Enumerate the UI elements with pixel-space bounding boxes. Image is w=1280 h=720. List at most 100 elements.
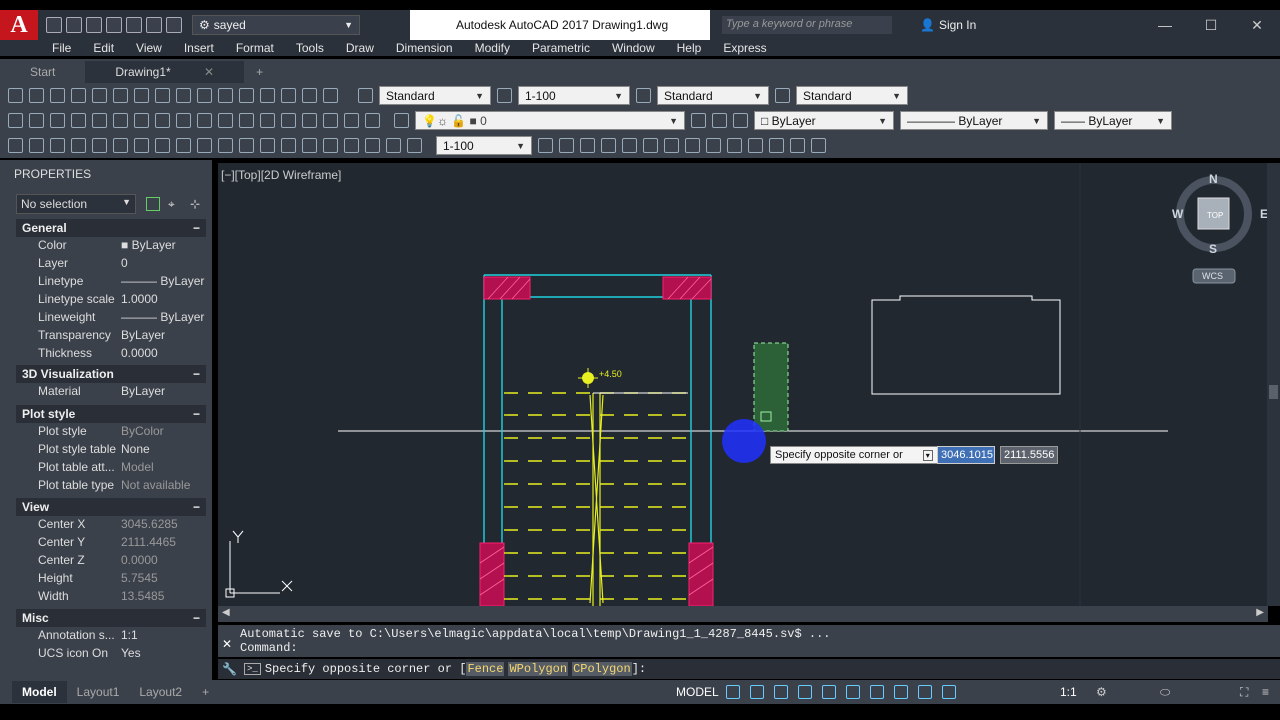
fillet-icon[interactable]: [302, 88, 317, 103]
option-wpolygon[interactable]: WPolygon: [508, 662, 569, 676]
command-close-icon[interactable]: ✕: [222, 637, 232, 651]
diameter-dim-icon[interactable]: [134, 138, 149, 153]
annotation-scale[interactable]: 1:1: [1060, 685, 1077, 699]
layout-tab-layout2[interactable]: Layout2: [129, 681, 192, 703]
make-current-icon[interactable]: [691, 113, 706, 128]
prop-row[interactable]: Transparency ByLayer: [16, 328, 206, 346]
section-general[interactable]: General −: [16, 219, 206, 237]
quick-select-icon[interactable]: ⊹: [190, 197, 200, 211]
modify-tool-10-icon[interactable]: [748, 138, 763, 153]
compass-east[interactable]: E: [1260, 207, 1268, 221]
hatch-icon[interactable]: [281, 113, 296, 128]
open-icon[interactable]: [66, 17, 82, 33]
new-tab-button[interactable]: +: [244, 61, 275, 83]
coord-x-input[interactable]: 3046.1015: [937, 446, 995, 464]
modify-tool-2-icon[interactable]: [580, 138, 595, 153]
scroll-right-icon[interactable]: ▶: [1256, 607, 1264, 618]
modify-tool-12-icon[interactable]: [790, 138, 805, 153]
prop-row[interactable]: Material ByLayer: [16, 384, 206, 402]
app-menu-button[interactable]: A: [0, 10, 38, 40]
prop-row[interactable]: Linetype scale 1.0000: [16, 292, 206, 310]
drawing-area[interactable]: +4.50 TOP N S E W WCS Specify opposite c…: [218, 163, 1280, 606]
clean-screen-icon[interactable]: ⛶: [1240, 685, 1248, 700]
tab-start[interactable]: Start: [0, 61, 85, 83]
osnap-icon[interactable]: [822, 685, 836, 699]
menu-tools[interactable]: Tools: [296, 41, 324, 55]
selection-dropdown[interactable]: No selection ▼: [16, 194, 136, 214]
menu-express[interactable]: Express: [723, 41, 766, 55]
layer-properties-icon[interactable]: [394, 113, 409, 128]
option-cpolygon[interactable]: CPolygon: [572, 662, 632, 676]
prop-row[interactable]: Width 13.5485: [16, 589, 206, 607]
viewcube-top-label[interactable]: TOP: [1207, 211, 1223, 220]
layer-previous-icon[interactable]: [712, 113, 727, 128]
arc-icon[interactable]: [113, 113, 128, 128]
dim-edit-icon[interactable]: [365, 138, 380, 153]
menu-file[interactable]: File: [52, 41, 71, 55]
prop-row[interactable]: Lineweight ——— ByLayer: [16, 310, 206, 328]
linetype-dropdown[interactable]: ———— ByLayer ▼: [900, 111, 1048, 130]
baseline-dim-icon[interactable]: [197, 138, 212, 153]
customize-icon[interactable]: 🔧: [222, 662, 237, 676]
mleader-style-icon[interactable]: [775, 88, 790, 103]
prop-row[interactable]: Annotation s... 1:1: [16, 628, 206, 646]
extend-icon[interactable]: [218, 88, 233, 103]
prop-row[interactable]: Layer 0: [16, 256, 206, 274]
dim-break-icon[interactable]: [260, 138, 275, 153]
viewport-controls-label[interactable]: [−][Top][2D Wireframe]: [221, 168, 341, 182]
ordinate-dim-icon[interactable]: [71, 138, 86, 153]
menu-draw[interactable]: Draw: [346, 41, 374, 55]
prop-row[interactable]: Color ■ ByLayer: [16, 238, 206, 256]
horizontal-scrollbar[interactable]: ◀ ▶: [218, 606, 1268, 622]
modify-tool-9-icon[interactable]: [727, 138, 742, 153]
polyline-icon[interactable]: [29, 88, 44, 103]
viewcube[interactable]: [1176, 176, 1252, 284]
prop-row[interactable]: Linetype ——— ByLayer: [16, 274, 206, 292]
save-icon[interactable]: [86, 17, 102, 33]
stretch-icon[interactable]: [176, 88, 191, 103]
ellipse-icon[interactable]: [197, 113, 212, 128]
menu-edit[interactable]: Edit: [93, 41, 114, 55]
make-block-icon[interactable]: [239, 113, 254, 128]
scroll-left-icon[interactable]: ◀: [222, 607, 230, 618]
polyline-tool-icon[interactable]: [50, 113, 65, 128]
construction-line-icon[interactable]: [29, 113, 44, 128]
array-icon[interactable]: [92, 88, 107, 103]
dim-style-dropdown[interactable]: 1-100 ▼: [436, 136, 532, 155]
layer-dropdown[interactable]: 💡☼ 🔓 ■ 0 ▼: [415, 111, 685, 130]
compass-west[interactable]: W: [1172, 207, 1184, 221]
trim-icon[interactable]: [197, 88, 212, 103]
section-plot-style[interactable]: Plot style −: [16, 405, 206, 423]
maximize-icon[interactable]: ☐: [1188, 10, 1234, 40]
menu-format[interactable]: Format: [236, 41, 274, 55]
model-space-button[interactable]: MODEL: [676, 685, 719, 699]
center-mark-icon[interactable]: [302, 138, 317, 153]
modify-tool-11-icon[interactable]: [769, 138, 784, 153]
menu-window[interactable]: Window: [612, 41, 655, 55]
chamfer-icon[interactable]: [281, 88, 296, 103]
linear-dim-icon[interactable]: [8, 138, 23, 153]
arc-length-icon[interactable]: [50, 138, 65, 153]
text-style-icon[interactable]: [358, 88, 373, 103]
continue-dim-icon[interactable]: [218, 138, 233, 153]
radius-dim-icon[interactable]: [92, 138, 107, 153]
prop-row[interactable]: UCS icon On Yes: [16, 646, 206, 664]
table-style-icon[interactable]: [636, 88, 651, 103]
modify-tool-6-icon[interactable]: [664, 138, 679, 153]
compass-north[interactable]: N: [1209, 172, 1218, 186]
workspace-dropdown[interactable]: ⚙ sayed ▼: [192, 15, 360, 35]
region-icon[interactable]: [323, 113, 338, 128]
menu-modify[interactable]: Modify: [475, 41, 510, 55]
new-icon[interactable]: [46, 17, 62, 33]
prop-row[interactable]: Center X 3045.6285: [16, 517, 206, 535]
option-fence[interactable]: Fence: [466, 662, 505, 676]
options-arrow-icon[interactable]: ▾: [922, 449, 933, 461]
offset-icon[interactable]: [71, 88, 86, 103]
table-style-dropdown[interactable]: Standard ▼: [657, 86, 769, 105]
text-style-dropdown[interactable]: Standard ▼: [379, 86, 491, 105]
color-dropdown[interactable]: □ ByLayer ▼: [754, 111, 894, 130]
polygon-icon[interactable]: [71, 113, 86, 128]
redo-icon[interactable]: [166, 17, 182, 33]
modify-tool-5-icon[interactable]: [643, 138, 658, 153]
explode-icon[interactable]: [323, 88, 338, 103]
